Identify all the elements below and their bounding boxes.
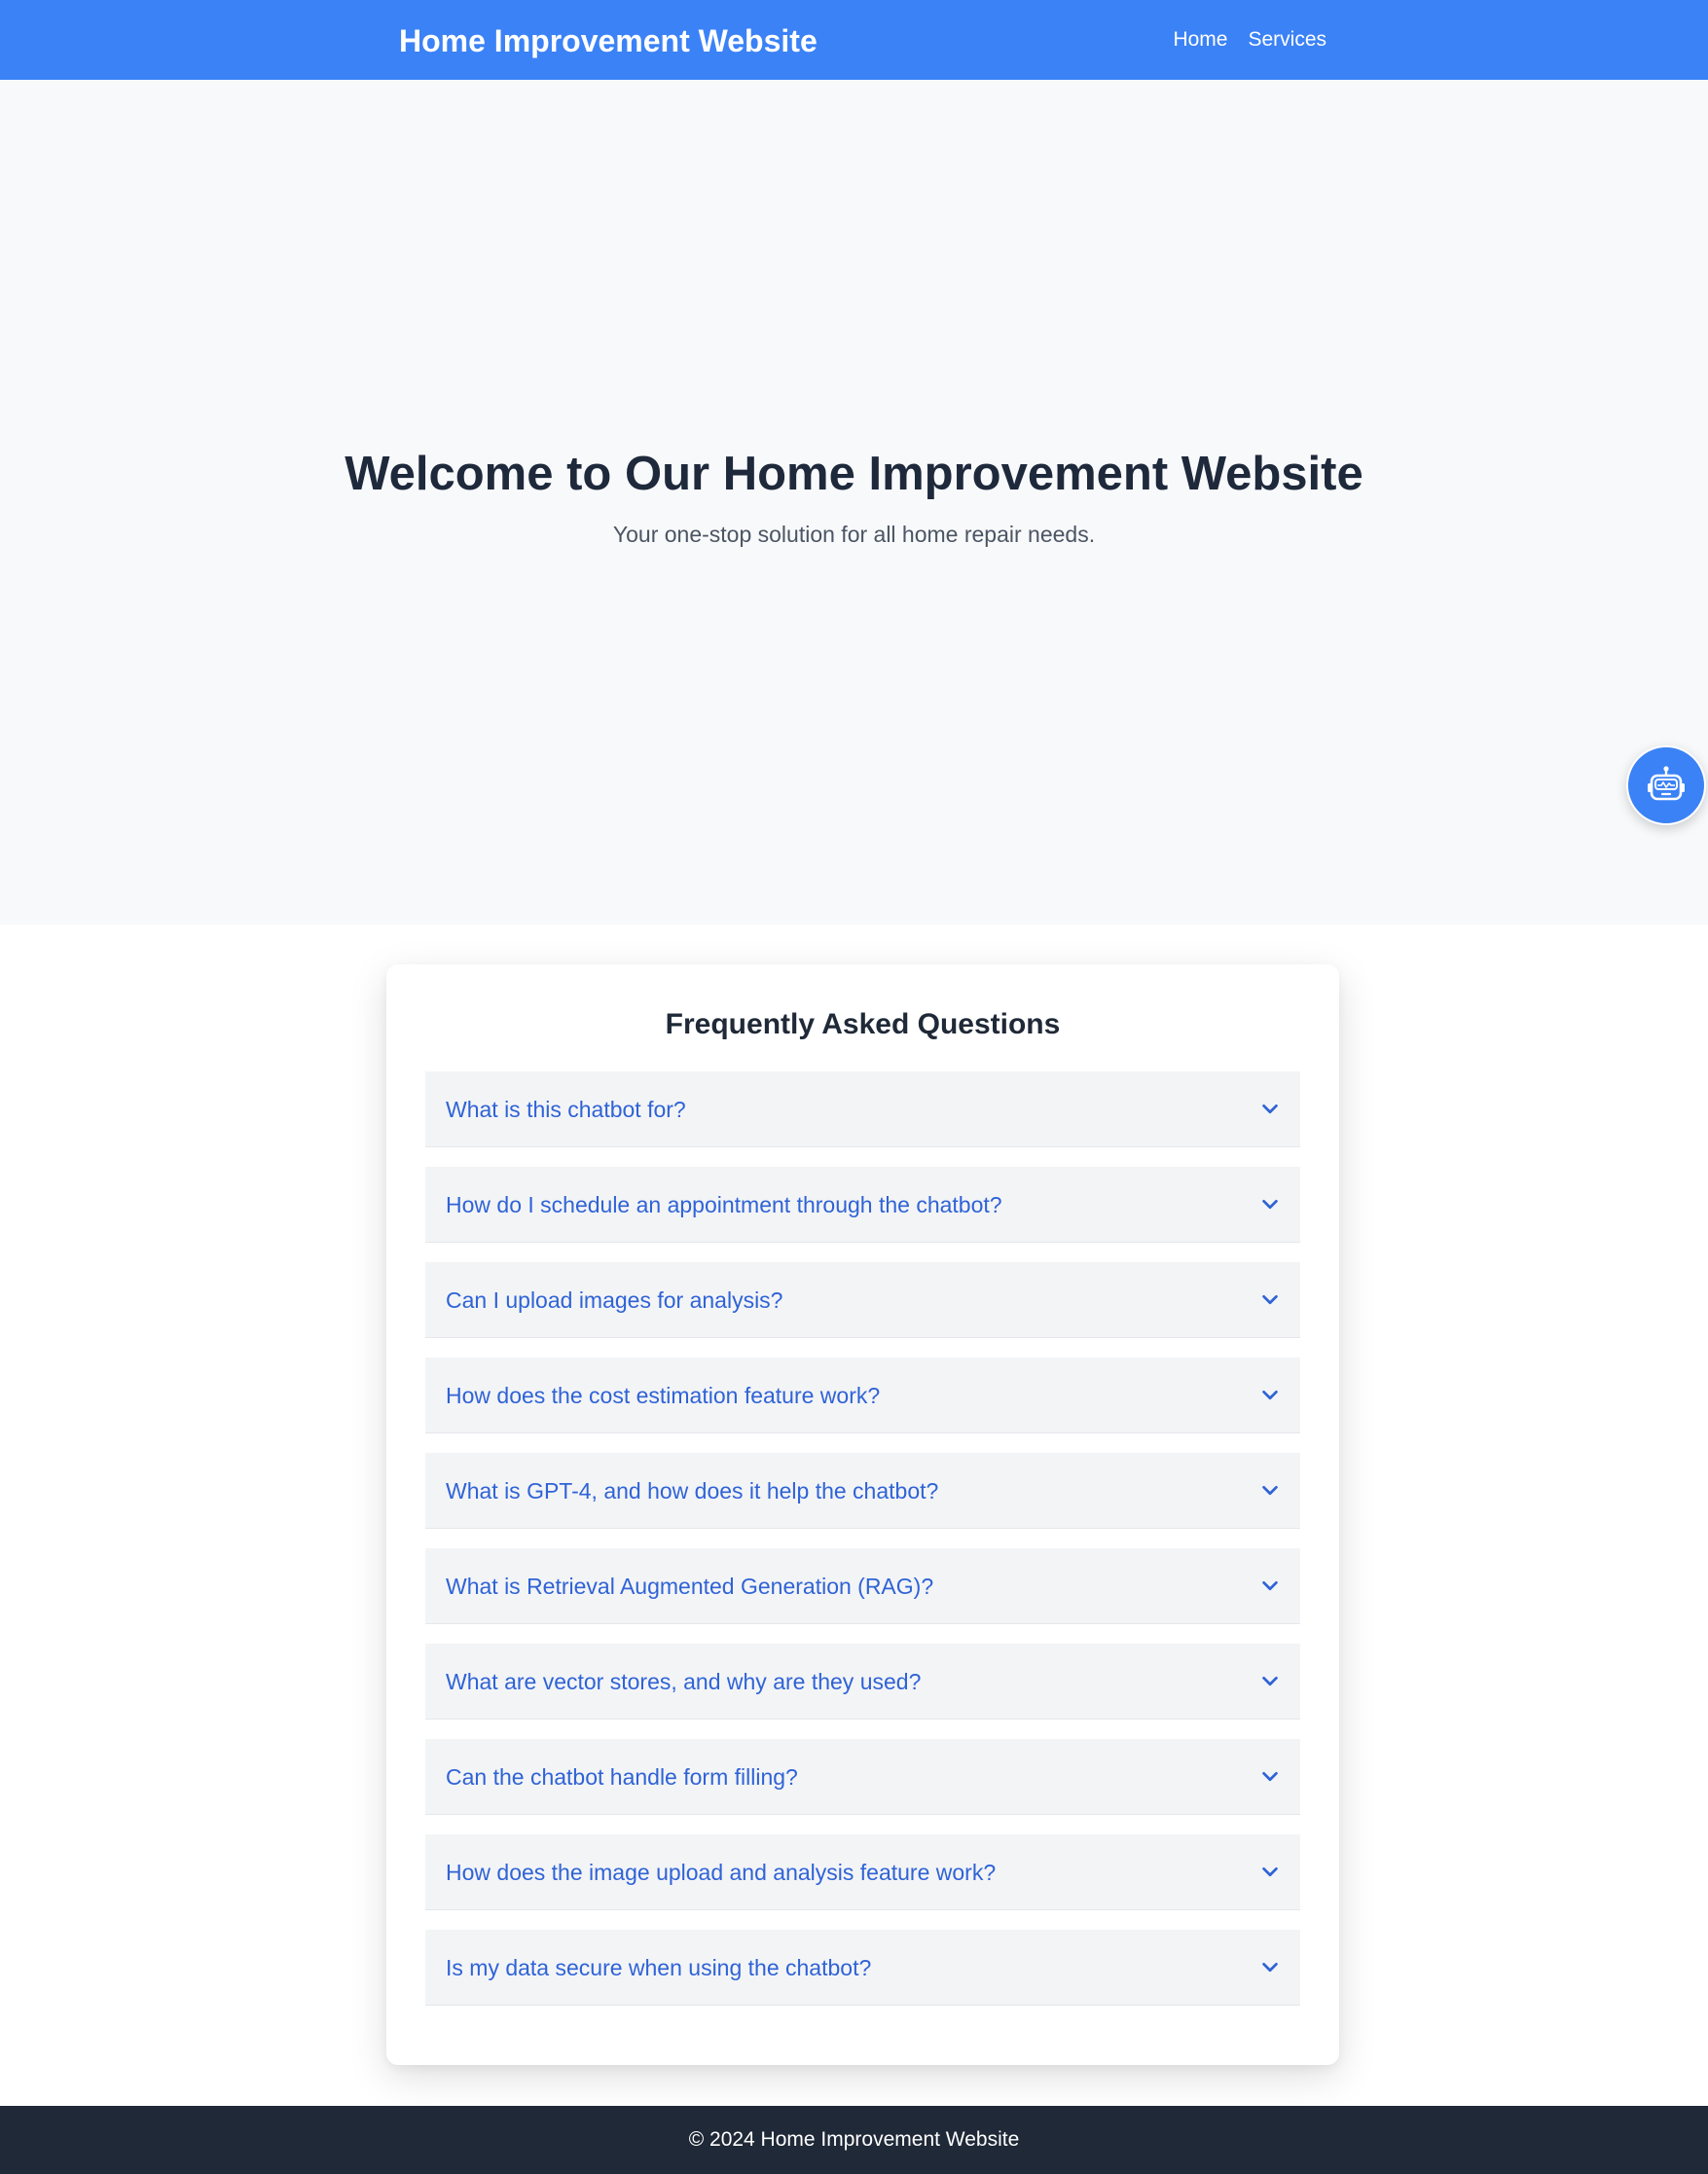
faq-item[interactable]: How does the cost estimation feature wor…	[425, 1358, 1300, 1433]
faq-question: Can the chatbot handle form filling?	[446, 1763, 798, 1790]
chevron-down-icon	[1262, 1580, 1278, 1591]
hero-section: Welcome to Our Home Improvement Website …	[0, 80, 1708, 924]
faq-item[interactable]: Can I upload images for analysis?	[425, 1262, 1300, 1338]
faq-item[interactable]: How does the image upload and analysis f…	[425, 1834, 1300, 1910]
chevron-down-icon	[1262, 1390, 1278, 1400]
hero-subtitle: Your one-stop solution for all home repa…	[612, 522, 1096, 547]
faq-question: Can I upload images for analysis?	[446, 1286, 783, 1313]
faq-title: Frequently Asked Questions	[665, 1008, 1061, 1040]
faq-question: Is my data secure when using the chatbot…	[446, 1954, 872, 1980]
chatbot-button[interactable]	[1626, 745, 1706, 825]
main-nav: Home Services	[1173, 23, 1326, 56]
faq-question: What is this chatbot for?	[446, 1096, 686, 1122]
nav-link-home[interactable]: Home	[1173, 23, 1227, 56]
faq-card: Frequently Asked Questions What is this …	[386, 964, 1339, 2065]
page: Home Improvement Website Home Services W…	[0, 0, 1708, 2174]
faq-item[interactable]: What is GPT-4, and how does it help the …	[425, 1453, 1300, 1529]
faq-question: What is GPT-4, and how does it help the …	[446, 1477, 939, 1504]
chevron-down-icon	[1262, 1104, 1278, 1114]
faq-question: What are vector stores, and why are they…	[446, 1668, 922, 1694]
faq-item[interactable]: What are vector stores, and why are they…	[425, 1644, 1300, 1720]
chevron-down-icon	[1262, 1771, 1278, 1782]
chevron-down-icon	[1262, 1199, 1278, 1210]
faq-item[interactable]: What is Retrieval Augmented Generation (…	[425, 1548, 1300, 1624]
faq-item[interactable]: Is my data secure when using the chatbot…	[425, 1930, 1300, 2006]
faq-question: What is Retrieval Augmented Generation (…	[446, 1573, 934, 1599]
site-header: Home Improvement Website Home Services	[0, 0, 1708, 80]
faq-list: What is this chatbot for? How do I sched…	[425, 1071, 1300, 2025]
faq-question: How does the cost estimation feature wor…	[446, 1382, 881, 1408]
footer-copyright: © 2024 Home Improvement Website	[688, 2128, 1020, 2151]
chevron-down-icon	[1262, 1294, 1278, 1305]
chevron-down-icon	[1262, 1676, 1278, 1686]
faq-item[interactable]: What is this chatbot for?	[425, 1071, 1300, 1147]
robot-icon	[1648, 766, 1685, 801]
site-brand[interactable]: Home Improvement Website	[399, 21, 818, 60]
faq-item[interactable]: Can the chatbot handle form filling?	[425, 1739, 1300, 1815]
faq-question: How do I schedule an appointment through…	[446, 1191, 1002, 1217]
chevron-down-icon	[1262, 1962, 1278, 1973]
site-footer: © 2024 Home Improvement Website	[0, 2106, 1708, 2174]
nav-link-services[interactable]: Services	[1248, 23, 1326, 56]
hero-title: Welcome to Our Home Improvement Website	[345, 448, 1363, 500]
faq-question: How does the image upload and analysis f…	[446, 1859, 997, 1885]
faq-item[interactable]: How do I schedule an appointment through…	[425, 1167, 1300, 1243]
chevron-down-icon	[1262, 1866, 1278, 1877]
chevron-down-icon	[1262, 1485, 1278, 1496]
